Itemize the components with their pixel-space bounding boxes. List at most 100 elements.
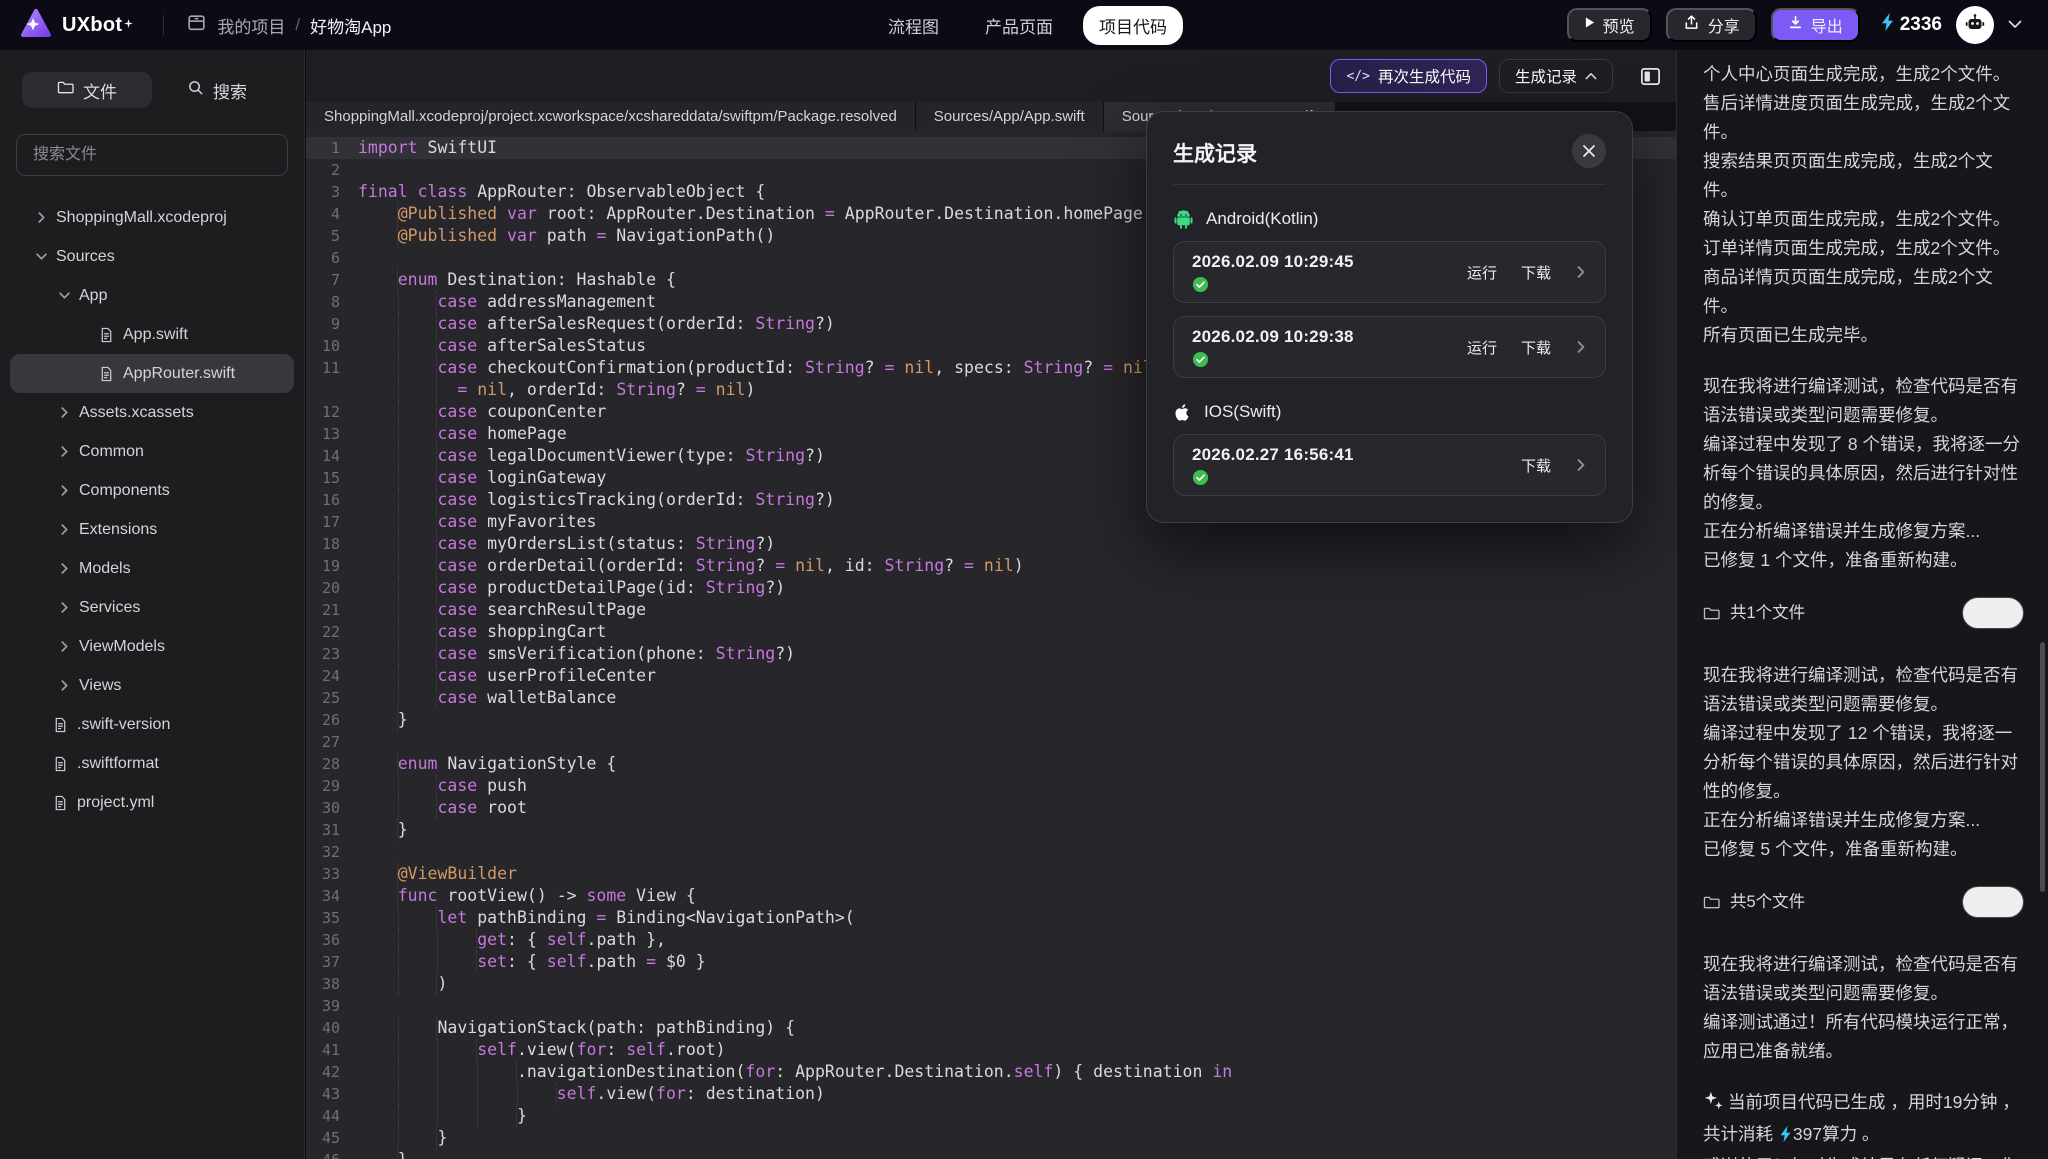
- indent-guide: [398, 577, 438, 599]
- indent-guide: [358, 357, 398, 379]
- line-number: 33: [306, 863, 358, 885]
- tree-item[interactable]: Models: [10, 549, 294, 588]
- code-line: 24case userProfileCenter: [306, 665, 1676, 687]
- tree-item[interactable]: Components: [10, 471, 294, 510]
- tree-item[interactable]: Common: [10, 432, 294, 471]
- token: in: [1212, 1062, 1232, 1081]
- token: self: [557, 1084, 597, 1103]
- indent-guide: [398, 1061, 438, 1083]
- token: String: [745, 446, 805, 465]
- token: String: [716, 644, 776, 663]
- line-number: 46: [306, 1149, 358, 1159]
- token: case: [437, 556, 477, 575]
- tree-item-label: Services: [79, 599, 140, 617]
- breadcrumb-separator: /: [295, 15, 300, 35]
- code-line: 18case myOrdersList(status: String?): [306, 533, 1676, 555]
- indent-guide: [398, 533, 438, 555]
- download-link[interactable]: 下载: [1521, 455, 1551, 476]
- line-number: [306, 379, 358, 401]
- token: =: [885, 358, 895, 377]
- file-search-input[interactable]: [31, 145, 273, 165]
- generation-record-card[interactable]: 2026.02.09 10:29:38运行下载: [1173, 316, 1606, 378]
- tree-item[interactable]: Sources: [10, 237, 294, 276]
- chevron-down-icon[interactable]: [2008, 16, 2022, 34]
- generation-record-card[interactable]: 2026.02.27 16:56:41下载: [1173, 434, 1606, 496]
- code-text: let pathBinding = Binding<NavigationPath…: [358, 907, 855, 929]
- credits-counter[interactable]: 2336: [1880, 12, 1942, 38]
- line-number: 44: [306, 1105, 358, 1127]
- indent-guide: [358, 291, 398, 313]
- close-button[interactable]: [1572, 134, 1606, 168]
- editor-tab[interactable]: ShoppingMall.xcodeproj/project.xcworkspa…: [306, 102, 916, 131]
- tree-item[interactable]: .swift-version: [10, 705, 294, 744]
- breadcrumb: 我的项目 / 好物淘App: [186, 12, 391, 38]
- code-line: 22case shoppingCart: [306, 621, 1676, 643]
- preview-button[interactable]: 预览: [1567, 8, 1652, 42]
- indent-guide: [437, 1061, 477, 1083]
- document-icon: [99, 366, 114, 382]
- scrollbar-thumb[interactable]: [2040, 642, 2045, 892]
- line-number: 43: [306, 1083, 358, 1105]
- tree-item[interactable]: .swiftformat: [10, 744, 294, 783]
- indent-guide: [398, 467, 438, 489]
- tree-item[interactable]: Services: [10, 588, 294, 627]
- tree-item[interactable]: App.swift: [10, 315, 294, 354]
- token: String: [696, 534, 756, 553]
- code-text: case myOrdersList(status: String?): [358, 533, 775, 555]
- tab-files[interactable]: 文件: [22, 72, 152, 108]
- code-line: 28enum NavigationStyle {: [306, 753, 1676, 775]
- expand-button[interactable]: 展开: [1962, 886, 2024, 918]
- tree-item-label: ShoppingMall.xcodeproj: [56, 209, 227, 227]
- run-link[interactable]: 运行: [1467, 262, 1497, 283]
- download-link[interactable]: 下载: [1521, 337, 1551, 358]
- token: nil: [984, 556, 1014, 575]
- line-number: 9: [306, 313, 358, 335]
- indent-guide: [398, 379, 438, 401]
- code-line: 45}: [306, 1127, 1676, 1149]
- run-link[interactable]: 运行: [1467, 337, 1497, 358]
- tree-item[interactable]: ViewModels: [10, 627, 294, 666]
- nav-tab-产品页面[interactable]: 产品页面: [969, 6, 1069, 45]
- tab-search[interactable]: 搜索: [152, 72, 282, 108]
- tree-item[interactable]: Extensions: [10, 510, 294, 549]
- editor-tab[interactable]: Sources/App/App.swift: [916, 102, 1104, 131]
- generation-records-button[interactable]: 生成记录: [1499, 59, 1613, 93]
- token: final class: [358, 182, 467, 201]
- line-number: 14: [306, 445, 358, 467]
- download-link[interactable]: 下载: [1521, 262, 1551, 283]
- token: func: [398, 886, 438, 905]
- code-line: 21case searchResultPage: [306, 599, 1676, 621]
- expand-button[interactable]: 展开: [1962, 597, 2024, 629]
- indent-guide: [398, 423, 438, 445]
- nav-tab-项目代码[interactable]: 项目代码: [1083, 6, 1183, 45]
- tree-item[interactable]: AppRouter.swift: [10, 354, 294, 393]
- check-circle-icon: [1192, 351, 1354, 368]
- share-button[interactable]: 分享: [1666, 8, 1757, 42]
- indent-guide: [398, 775, 438, 797]
- token: for: [745, 1062, 775, 1081]
- tree-item[interactable]: Views: [10, 666, 294, 705]
- tree-item[interactable]: ShoppingMall.xcodeproj: [10, 198, 294, 237]
- generation-record-card[interactable]: 2026.02.09 10:29:45运行下载: [1173, 241, 1606, 303]
- files-summary-row: 共5个文件展开: [1703, 886, 2024, 918]
- message-line: 编译过程中发现了 8 个错误，我将逐一分析每个错误的具体原因，然后进行针对性的修…: [1703, 430, 2024, 517]
- tree-item[interactable]: project.yml: [10, 783, 294, 822]
- app-logo[interactable]: UXbot: [20, 8, 133, 43]
- export-button[interactable]: 导出: [1771, 8, 1860, 42]
- nav-tab-流程图[interactable]: 流程图: [872, 6, 955, 45]
- code-text: func rootView() -> some View {: [358, 885, 696, 907]
- avatar[interactable]: [1956, 6, 1994, 44]
- regenerate-code-button[interactable]: </> 再次生成代码: [1330, 59, 1487, 93]
- editor-toolbar: </> 再次生成代码 生成记录: [306, 50, 1676, 102]
- completion-summary: 当前项目代码已生成 ，用时19分钟 ，共计消耗 397算力 。感谢使用！如对生成…: [1703, 1088, 2024, 1159]
- tree-item[interactable]: Assets.xcassets: [10, 393, 294, 432]
- token: self: [547, 952, 587, 971]
- indent-guide: [398, 1039, 438, 1061]
- breadcrumb-parent[interactable]: 我的项目: [217, 13, 285, 38]
- line-number: 36: [306, 929, 358, 951]
- chevron-right-icon: [58, 446, 70, 457]
- generation-records-modal: 生成记录 Android(Kotlin)2026.02.09 10:29:45运…: [1146, 111, 1633, 523]
- toggle-panel-icon[interactable]: [1639, 65, 1662, 88]
- code-line: 36get: { self.path },: [306, 929, 1676, 951]
- tree-item[interactable]: App: [10, 276, 294, 315]
